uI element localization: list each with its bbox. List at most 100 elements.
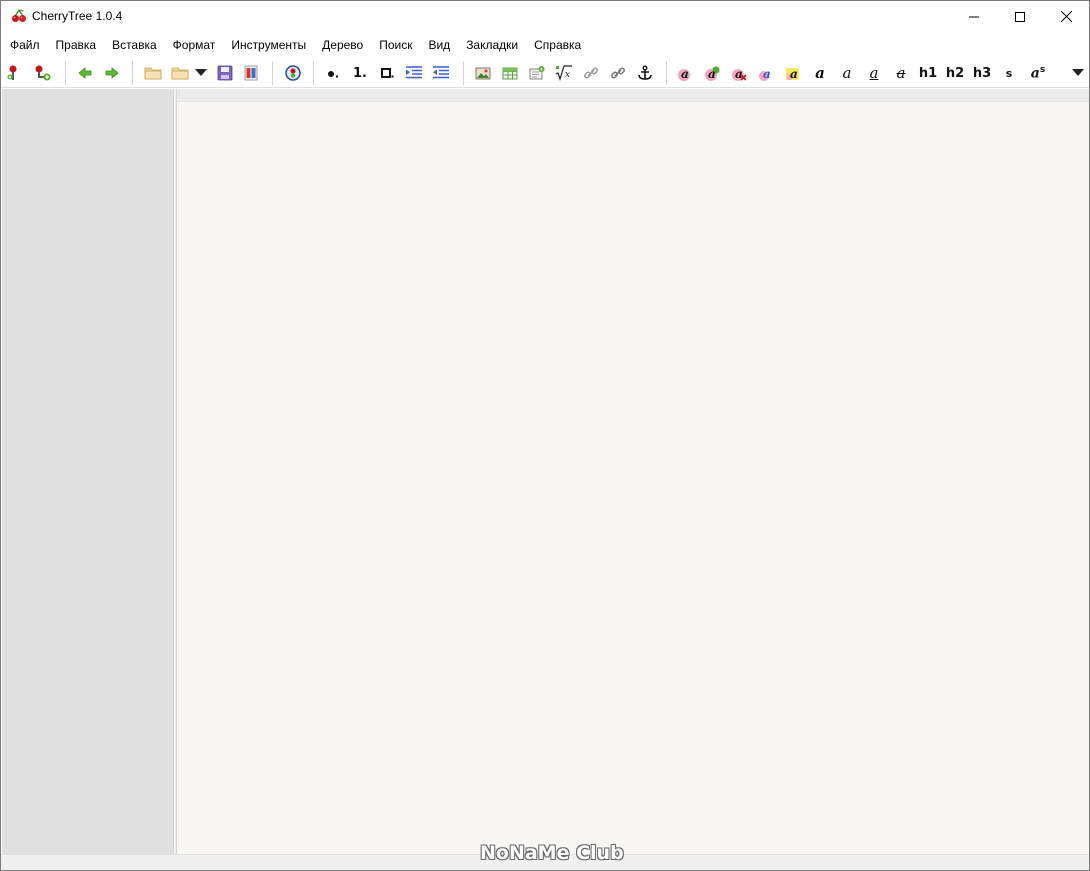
menu-insert[interactable]: Вставка — [104, 34, 165, 56]
add-subnode-button[interactable] — [32, 62, 54, 84]
arrow-left-icon — [78, 67, 92, 79]
open-recent-button[interactable] — [169, 62, 191, 84]
search-icon — [285, 65, 301, 81]
numbered-list-button[interactable]: 1. — [349, 62, 371, 84]
strikethrough-icon: a — [896, 64, 906, 82]
insert-image-button[interactable] — [472, 62, 494, 84]
unindent-button[interactable] — [430, 62, 452, 84]
unindent-icon — [433, 66, 449, 79]
window-title: CherryTree 1.0.4 — [32, 9, 123, 23]
svg-text:x: x — [565, 70, 570, 80]
close-icon — [1060, 11, 1072, 22]
paint-icon: a — [759, 67, 771, 81]
codebox-icon — [529, 66, 545, 80]
go-forward-button[interactable] — [101, 62, 123, 84]
minimize-button[interactable] — [951, 1, 997, 32]
add-node-button[interactable] — [3, 62, 25, 84]
superscript-button[interactable]: as — [1025, 62, 1051, 84]
svg-text:a: a — [763, 67, 771, 81]
menu-help[interactable]: Справка — [526, 34, 589, 56]
clear-format-icon: a — [732, 67, 747, 81]
menu-format[interactable]: Формат — [165, 34, 224, 56]
toolbar-separator — [463, 61, 464, 85]
svg-text:a: a — [681, 67, 689, 81]
export-icon — [244, 65, 258, 81]
maximize-button[interactable] — [997, 1, 1043, 32]
chain-icon — [611, 67, 625, 79]
bold-button[interactable]: a — [809, 62, 831, 84]
remove-formatting-button[interactable]: a — [728, 62, 750, 84]
superscript-mark: s — [1039, 64, 1046, 75]
menu-search[interactable]: Поиск — [371, 34, 420, 56]
folder-icon — [144, 67, 162, 80]
cherry-app-icon — [11, 8, 27, 24]
strikethrough-button[interactable]: a — [890, 62, 912, 84]
save-button[interactable] — [214, 62, 236, 84]
menu-bar: Файл Правка Вставка Формат Инструменты Д… — [1, 34, 1089, 56]
svg-text:a: a — [708, 67, 716, 81]
checkbox-icon — [381, 68, 394, 78]
heading-1-button[interactable]: h1 — [917, 62, 939, 84]
superscript-base: a — [1030, 65, 1040, 82]
open-file-button[interactable] — [142, 62, 164, 84]
link-icon — [584, 67, 598, 79]
chevron-down-icon — [195, 69, 207, 76]
toolbar-separator — [132, 61, 133, 85]
toolbar-overflow-button[interactable] — [1067, 62, 1089, 84]
insert-link-button[interactable] — [580, 62, 602, 84]
go-back-button[interactable] — [74, 62, 96, 84]
insert-table-button[interactable] — [499, 62, 521, 84]
close-button[interactable] — [1043, 1, 1089, 32]
menu-tree[interactable]: Дерево — [314, 34, 371, 56]
image-icon — [475, 67, 491, 80]
insert-node-link-button[interactable] — [607, 62, 629, 84]
menu-file[interactable]: Файл — [1, 34, 48, 56]
indent-button[interactable] — [403, 62, 425, 84]
title-bar: CherryTree 1.0.4 — [1, 1, 1089, 32]
toolbar-separator — [313, 61, 314, 85]
small-text-button[interactable]: s — [998, 62, 1020, 84]
maximize-icon — [1015, 11, 1025, 22]
recent-dropdown-button[interactable] — [191, 62, 211, 84]
toolbar-separator — [65, 61, 66, 85]
italic-button[interactable]: a — [836, 62, 858, 84]
formula-icon: x — [555, 65, 572, 81]
text-color-icon: a — [678, 67, 690, 81]
text-background-color-button[interactable]: a — [701, 62, 723, 84]
insert-anchor-button[interactable] — [634, 62, 656, 84]
insert-latex-button[interactable]: x — [553, 62, 575, 84]
indent-icon — [406, 66, 422, 79]
tree-panel[interactable] — [2, 89, 173, 854]
underline-icon: a — [869, 64, 879, 82]
insert-codebox-button[interactable] — [526, 62, 548, 84]
superscript-icon: as — [1031, 65, 1045, 82]
text-editor[interactable] — [177, 89, 1089, 854]
minimize-icon — [969, 16, 979, 17]
text-foreground-color-button[interactable]: a — [674, 62, 696, 84]
table-icon — [502, 67, 518, 80]
text-color-blue-button[interactable]: a — [755, 62, 777, 84]
anchor-icon — [638, 65, 652, 80]
toolbar-separator — [666, 61, 667, 85]
heading-2-button[interactable]: h2 — [944, 62, 966, 84]
menu-tools[interactable]: Инструменты — [223, 34, 314, 56]
find-in-nodes-button[interactable] — [282, 62, 304, 84]
bold-icon: a — [815, 64, 825, 82]
underline-button[interactable]: a — [863, 62, 885, 84]
todo-list-button[interactable] — [376, 62, 398, 84]
toolbar-separator — [272, 61, 273, 85]
save-icon — [217, 65, 233, 81]
menu-edit[interactable]: Правка — [48, 34, 105, 56]
heading-3-button[interactable]: h3 — [971, 62, 993, 84]
chevron-down-icon — [1072, 69, 1084, 76]
export-button[interactable] — [240, 62, 262, 84]
bullet-list-icon — [328, 71, 338, 78]
highlight-icon: a — [705, 66, 720, 81]
add-subnode-icon — [35, 65, 51, 81]
menu-view[interactable]: Вид — [420, 34, 458, 56]
add-node-icon — [7, 65, 17, 80]
bulleted-list-button[interactable] — [322, 62, 344, 84]
menu-bookmarks[interactable]: Закладки — [458, 34, 526, 56]
app-window: CherryTree 1.0.4 Файл Правка Вставка Фор… — [0, 0, 1090, 871]
highlight-yellow-button[interactable]: a — [782, 62, 804, 84]
